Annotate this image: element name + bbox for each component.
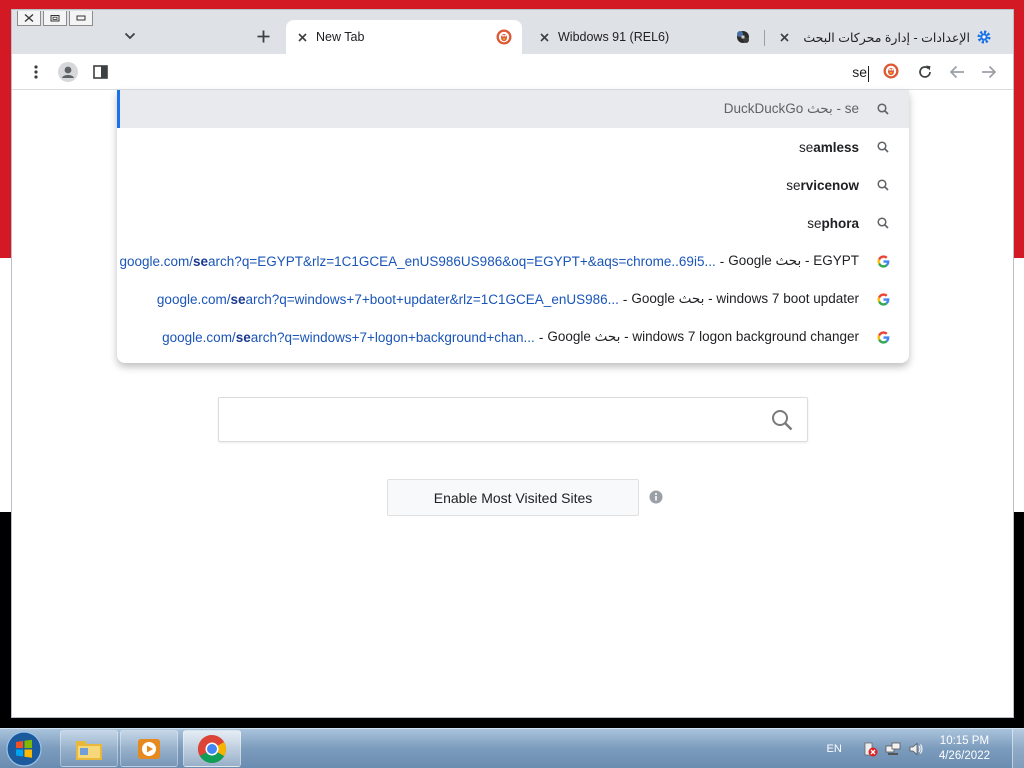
duckduckgo-icon: [883, 63, 899, 84]
search-icon: [772, 410, 793, 431]
tab-wibdows-91[interactable]: Wibdows 91 (REL6): [528, 20, 762, 54]
tab-close-button[interactable]: [776, 29, 792, 45]
omnibox[interactable]: se: [117, 58, 909, 88]
tab-separator: [764, 30, 765, 46]
tab-strip: New Tab Wibdows 91 (REL6) الإعدادات - إد…: [12, 10, 1013, 54]
browser-window: New Tab Wibdows 91 (REL6) الإعدادات - إد…: [11, 9, 1014, 718]
tab-settings[interactable]: الإعدادات - إدارة محركات البحث والبحث في: [768, 20, 1000, 54]
suggestion-text: se - بحث DuckDuckGo: [723, 101, 859, 116]
restore-window-button[interactable]: [43, 11, 67, 26]
settings-gear-icon: [976, 29, 992, 45]
suggestion-url: google.com/search?q=windows+7+logon+back…: [162, 329, 535, 345]
tab-search-button[interactable]: [120, 27, 140, 45]
forward-button[interactable]: [978, 61, 1000, 83]
tab-title: New Tab: [316, 30, 365, 44]
ntp-search-box[interactable]: [218, 397, 808, 442]
enable-most-visited-button[interactable]: Enable Most Visited Sites: [387, 479, 639, 516]
suggestion-url: google.com/search?q=windows+7+boot+updat…: [156, 291, 619, 307]
taskbar-chrome[interactable]: [183, 730, 241, 767]
suggestion-history-logon-background[interactable]: google.com/search?q=windows+7+logon+back…: [117, 318, 909, 356]
google-icon: [875, 329, 891, 345]
show-desktop-button[interactable]: [1012, 729, 1024, 768]
arrow-left-icon: [949, 65, 964, 79]
menu-button[interactable]: [25, 61, 47, 83]
side-panel-icon: [92, 65, 108, 79]
side-panel-button[interactable]: [89, 61, 111, 83]
extension-puzzle-icon: [734, 29, 752, 45]
close-icon: [779, 32, 789, 42]
suggestion-sephora[interactable]: sephora: [117, 204, 909, 242]
system-tray: EN 10:15 PM 4/26/2022: [827, 729, 1024, 768]
taskbar-media-player[interactable]: [120, 730, 178, 767]
tab-title: الإعدادات - إدارة محركات البحث والبحث في: [802, 30, 970, 45]
suggestion-divider: -: [719, 253, 725, 269]
taskbar-explorer[interactable]: [60, 730, 118, 767]
suggestion-divider: -: [538, 329, 544, 345]
language-indicator[interactable]: EN: [827, 743, 842, 755]
google-icon: [875, 291, 891, 307]
clock-date: 4/26/2022: [938, 750, 990, 762]
suggestion-url: google.com/search?q=EGYPT&rlz=1C1GCEA_en…: [119, 253, 716, 269]
suggestion-servicenow[interactable]: servicenow: [117, 166, 909, 204]
arrow-right-icon: [982, 65, 997, 79]
avatar-icon: [58, 62, 78, 82]
suggestion-duckduckgo-search[interactable]: se - بحث DuckDuckGo: [117, 90, 909, 128]
clock[interactable]: 10:15 PM 4/26/2022: [939, 734, 990, 764]
clock-time: 10:15 PM: [939, 735, 990, 747]
search-icon: [875, 139, 891, 155]
plus-icon: [257, 30, 269, 42]
omnibox-suggestions: se - بحث DuckDuckGo seamless servicenow …: [117, 90, 909, 363]
reload-icon: [919, 65, 931, 78]
suggestion-title: windows 7 logon background changer - بحث…: [547, 329, 859, 344]
suggestion-history-boot-updater[interactable]: google.com/search?q=windows+7+boot+updat…: [117, 280, 909, 318]
tab-title: Wibdows 91 (REL6): [558, 30, 670, 44]
suggestion-divider: -: [622, 291, 628, 307]
kebab-menu-icon: [34, 65, 38, 79]
action-center-icon[interactable]: [862, 741, 878, 757]
suggestion-text: servicenow: [786, 177, 859, 193]
profile-button[interactable]: [57, 61, 79, 83]
close-icon: [297, 32, 307, 42]
google-icon: [875, 253, 891, 269]
new-tab-button[interactable]: [252, 25, 274, 47]
windows-logo-icon: [6, 731, 42, 767]
network-icon[interactable]: [885, 741, 901, 757]
back-button[interactable]: [946, 61, 968, 83]
restore-icon: [50, 15, 60, 22]
browser-toolbar: se: [12, 54, 1013, 90]
duckduckgo-icon: [496, 29, 512, 45]
omnibox-input[interactable]: se: [852, 64, 869, 82]
start-button[interactable]: [4, 730, 44, 768]
search-icon: [875, 177, 891, 193]
close-icon: [539, 32, 549, 42]
taskbar: EN 10:15 PM 4/26/2022: [0, 728, 1024, 768]
suggestion-seamless[interactable]: seamless: [117, 128, 909, 166]
suggestion-title: EGYPT - بحث Google: [728, 253, 859, 268]
reload-button[interactable]: [914, 61, 936, 83]
chrome-icon: [198, 734, 226, 763]
close-icon: [24, 14, 34, 22]
suggestion-history-egypt[interactable]: google.com/search?q=EGYPT&rlz=1C1GCEA_en…: [117, 242, 909, 280]
minimize-icon: [76, 15, 86, 21]
suggestion-text: seamless: [798, 139, 859, 155]
search-icon: [875, 101, 891, 117]
chevron-down-icon: [124, 32, 136, 40]
suggestion-text: sephora: [807, 215, 859, 231]
media-player-icon: [138, 738, 160, 759]
info-icon[interactable]: [649, 490, 663, 504]
window-controls: [17, 11, 93, 26]
text-caret: [868, 65, 869, 82]
search-icon: [875, 215, 891, 231]
tab-close-button[interactable]: [536, 29, 552, 45]
suggestion-title: windows 7 boot updater - بحث Google: [631, 291, 859, 306]
close-window-button[interactable]: [17, 11, 41, 26]
minimize-window-button[interactable]: [69, 11, 93, 26]
tab-new-tab[interactable]: New Tab: [286, 20, 522, 54]
tab-close-button[interactable]: [294, 29, 310, 45]
volume-icon[interactable]: [908, 741, 924, 757]
folder-icon: [76, 740, 102, 760]
